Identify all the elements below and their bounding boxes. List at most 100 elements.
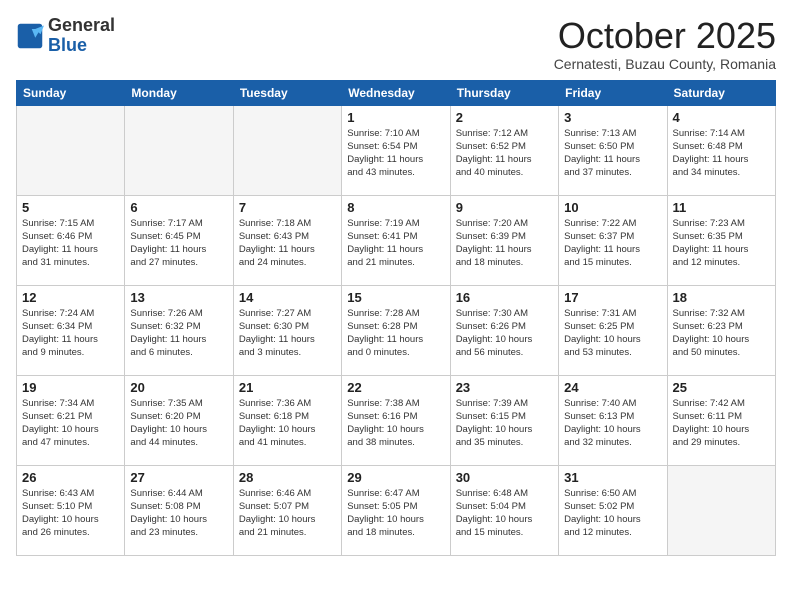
calendar-day-cell: 15Sunrise: 7:28 AM Sunset: 6:28 PM Dayli… — [342, 285, 450, 375]
day-detail: Sunrise: 6:50 AM Sunset: 5:02 PM Dayligh… — [564, 487, 661, 540]
location-subtitle: Cernatesti, Buzau County, Romania — [554, 56, 776, 72]
day-number: 20 — [130, 380, 227, 395]
day-detail: Sunrise: 7:19 AM Sunset: 6:41 PM Dayligh… — [347, 217, 444, 270]
calendar-day-cell: 26 Sunrise: 6:43 AM Sunset: 5:10 PM Dayli… — [17, 465, 125, 555]
calendar-day-cell: 12Sunrise: 7:24 AM Sunset: 6:34 PM Dayli… — [17, 285, 125, 375]
day-detail: Sunrise: 6:48 AM Sunset: 5:04 PM Dayligh… — [456, 487, 553, 540]
day-detail: Sunrise: 7:22 AM Sunset: 6:37 PM Dayligh… — [564, 217, 661, 270]
logo-icon — [16, 22, 44, 50]
day-number: 13 — [130, 290, 227, 305]
day-number: 5 — [22, 200, 119, 215]
day-number: 2 — [456, 110, 553, 125]
day-detail: Sunrise: 7:40 AM Sunset: 6:13 PM Dayligh… — [564, 397, 661, 450]
day-number: 4 — [673, 110, 770, 125]
day-detail: Sunrise: 7:42 AM Sunset: 6:11 PM Dayligh… — [673, 397, 770, 450]
calendar-day-cell: 25 Sunrise: 7:42 AM Sunset: 6:11 PM Dayli… — [667, 375, 775, 465]
page-header: General Blue October 2025 Cernatesti, Bu… — [16, 16, 776, 72]
day-of-week-header: Saturday — [667, 80, 775, 105]
logo: General Blue — [16, 16, 115, 56]
day-number: 31 — [564, 470, 661, 485]
calendar-day-cell: 2 Sunrise: 7:12 AM Sunset: 6:52 PM Daylig… — [450, 105, 558, 195]
day-detail: Sunrise: 7:17 AM Sunset: 6:45 PM Dayligh… — [130, 217, 227, 270]
day-detail: Sunrise: 7:23 AM Sunset: 6:35 PM Dayligh… — [673, 217, 770, 270]
calendar-day-cell — [17, 105, 125, 195]
day-detail: Sunrise: 7:10 AM Sunset: 6:54 PM Dayligh… — [347, 127, 444, 180]
calendar-day-cell: 17 Sunrise: 7:31 AM Sunset: 6:25 PM Dayli… — [559, 285, 667, 375]
calendar-day-cell — [233, 105, 341, 195]
calendar-day-cell: 24 Sunrise: 7:40 AM Sunset: 6:13 PM Dayli… — [559, 375, 667, 465]
calendar-day-cell: 1 Sunrise: 7:10 AM Sunset: 6:54 PM Daylig… — [342, 105, 450, 195]
day-detail: Sunrise: 7:36 AM Sunset: 6:18 PM Dayligh… — [239, 397, 336, 450]
day-number: 22 — [347, 380, 444, 395]
day-of-week-header: Tuesday — [233, 80, 341, 105]
day-number: 11 — [673, 200, 770, 215]
day-number: 12 — [22, 290, 119, 305]
title-block: October 2025 Cernatesti, Buzau County, R… — [554, 16, 776, 72]
calendar-day-cell: 10 Sunrise: 7:22 AM Sunset: 6:37 PM Dayli… — [559, 195, 667, 285]
day-detail: Sunrise: 7:20 AM Sunset: 6:39 PM Dayligh… — [456, 217, 553, 270]
calendar-week-row: 5 Sunrise: 7:15 AM Sunset: 6:46 PM Daylig… — [17, 195, 776, 285]
calendar-day-cell: 29 Sunrise: 6:47 AM Sunset: 5:05 PM Dayli… — [342, 465, 450, 555]
day-detail: Sunrise: 7:38 AM Sunset: 6:16 PM Dayligh… — [347, 397, 444, 450]
day-detail: Sunrise: 7:27 AM Sunset: 6:30 PM Dayligh… — [239, 307, 336, 360]
day-detail: Sunrise: 7:35 AM Sunset: 6:20 PM Dayligh… — [130, 397, 227, 450]
day-detail: Sunrise: 7:31 AM Sunset: 6:25 PM Dayligh… — [564, 307, 661, 360]
day-detail: Sunrise: 7:34 AM Sunset: 6:21 PM Dayligh… — [22, 397, 119, 450]
calendar-day-cell: 31 Sunrise: 6:50 AM Sunset: 5:02 PM Dayli… — [559, 465, 667, 555]
day-number: 1 — [347, 110, 444, 125]
day-number: 3 — [564, 110, 661, 125]
day-detail: Sunrise: 6:47 AM Sunset: 5:05 PM Dayligh… — [347, 487, 444, 540]
day-number: 26 — [22, 470, 119, 485]
logo-general-text: General — [48, 15, 115, 35]
day-number: 17 — [564, 290, 661, 305]
calendar-day-cell: 9Sunrise: 7:20 AM Sunset: 6:39 PM Daylig… — [450, 195, 558, 285]
day-number: 28 — [239, 470, 336, 485]
calendar-day-cell: 22 Sunrise: 7:38 AM Sunset: 6:16 PM Dayli… — [342, 375, 450, 465]
calendar-header-row: SundayMondayTuesdayWednesdayThursdayFrid… — [17, 80, 776, 105]
day-number: 30 — [456, 470, 553, 485]
calendar-day-cell: 27Sunrise: 6:44 AM Sunset: 5:08 PM Dayli… — [125, 465, 233, 555]
day-of-week-header: Thursday — [450, 80, 558, 105]
calendar-day-cell: 5 Sunrise: 7:15 AM Sunset: 6:46 PM Daylig… — [17, 195, 125, 285]
day-number: 25 — [673, 380, 770, 395]
day-number: 16 — [456, 290, 553, 305]
calendar-day-cell: 21 Sunrise: 7:36 AM Sunset: 6:18 PM Dayli… — [233, 375, 341, 465]
day-of-week-header: Sunday — [17, 80, 125, 105]
day-detail: Sunrise: 7:32 AM Sunset: 6:23 PM Dayligh… — [673, 307, 770, 360]
day-detail: Sunrise: 7:28 AM Sunset: 6:28 PM Dayligh… — [347, 307, 444, 360]
calendar-day-cell: 6Sunrise: 7:17 AM Sunset: 6:45 PM Daylig… — [125, 195, 233, 285]
day-number: 21 — [239, 380, 336, 395]
calendar-day-cell: 30 Sunrise: 6:48 AM Sunset: 5:04 PM Dayli… — [450, 465, 558, 555]
calendar-day-cell: 14 Sunrise: 7:27 AM Sunset: 6:30 PM Dayli… — [233, 285, 341, 375]
logo-blue-text: Blue — [48, 35, 87, 55]
day-detail: Sunrise: 7:12 AM Sunset: 6:52 PM Dayligh… — [456, 127, 553, 180]
day-of-week-header: Monday — [125, 80, 233, 105]
calendar-week-row: 1 Sunrise: 7:10 AM Sunset: 6:54 PM Daylig… — [17, 105, 776, 195]
calendar-day-cell: 13Sunrise: 7:26 AM Sunset: 6:32 PM Dayli… — [125, 285, 233, 375]
day-detail: Sunrise: 7:14 AM Sunset: 6:48 PM Dayligh… — [673, 127, 770, 180]
day-detail: Sunrise: 7:15 AM Sunset: 6:46 PM Dayligh… — [22, 217, 119, 270]
day-number: 10 — [564, 200, 661, 215]
day-number: 14 — [239, 290, 336, 305]
day-detail: Sunrise: 6:44 AM Sunset: 5:08 PM Dayligh… — [130, 487, 227, 540]
day-of-week-header: Wednesday — [342, 80, 450, 105]
calendar-day-cell: 8 Sunrise: 7:19 AM Sunset: 6:41 PM Daylig… — [342, 195, 450, 285]
calendar-week-row: 12Sunrise: 7:24 AM Sunset: 6:34 PM Dayli… — [17, 285, 776, 375]
day-number: 8 — [347, 200, 444, 215]
day-number: 29 — [347, 470, 444, 485]
day-number: 23 — [456, 380, 553, 395]
day-detail: Sunrise: 6:46 AM Sunset: 5:07 PM Dayligh… — [239, 487, 336, 540]
month-title: October 2025 — [554, 16, 776, 56]
calendar-day-cell: 3 Sunrise: 7:13 AM Sunset: 6:50 PM Daylig… — [559, 105, 667, 195]
calendar-day-cell: 18 Sunrise: 7:32 AM Sunset: 6:23 PM Dayli… — [667, 285, 775, 375]
calendar-day-cell: 28 Sunrise: 6:46 AM Sunset: 5:07 PM Dayli… — [233, 465, 341, 555]
day-of-week-header: Friday — [559, 80, 667, 105]
day-number: 7 — [239, 200, 336, 215]
day-detail: Sunrise: 7:39 AM Sunset: 6:15 PM Dayligh… — [456, 397, 553, 450]
day-detail: Sunrise: 7:13 AM Sunset: 6:50 PM Dayligh… — [564, 127, 661, 180]
day-detail: Sunrise: 6:43 AM Sunset: 5:10 PM Dayligh… — [22, 487, 119, 540]
calendar-day-cell — [125, 105, 233, 195]
day-number: 24 — [564, 380, 661, 395]
calendar-day-cell: 16Sunrise: 7:30 AM Sunset: 6:26 PM Dayli… — [450, 285, 558, 375]
day-number: 18 — [673, 290, 770, 305]
